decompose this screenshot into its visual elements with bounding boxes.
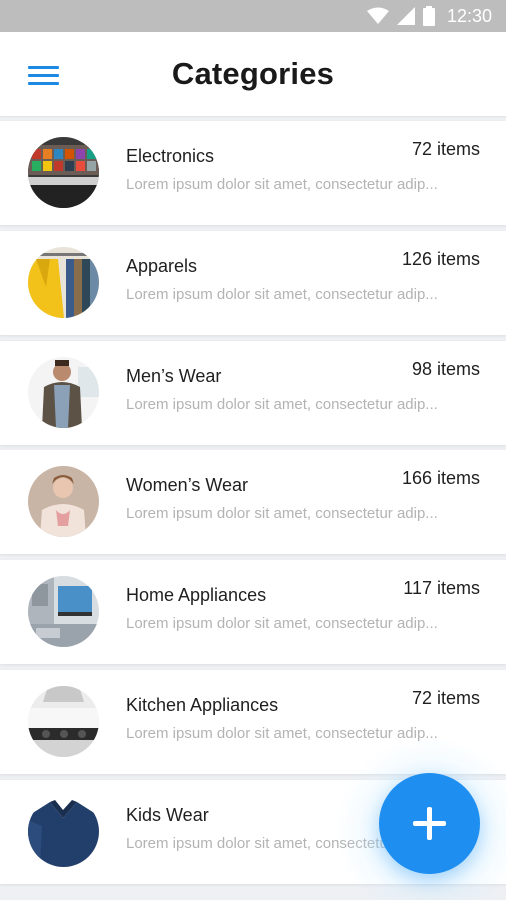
kids-sweater-image (28, 796, 99, 867)
signal-icon (396, 7, 415, 25)
category-name: Electronics (126, 146, 215, 166)
category-name: Men’s Wear (126, 366, 222, 386)
category-description: Lorem ipsum dolor sit amet, consectetur … (126, 286, 438, 303)
list-item-electronics[interactable]: Electronics 72 items Lorem ipsum dolor s… (0, 121, 506, 225)
category-description: Lorem ipsum dolor sit amet, consectetur … (126, 396, 438, 413)
category-description: Lorem ipsum dolor sit amet, consectetur … (126, 725, 438, 742)
page-title: Categories (171, 56, 335, 91)
man-portrait-image (28, 357, 99, 428)
item-count: 117 items (403, 578, 480, 598)
category-name: Home Appliances (126, 585, 267, 605)
kitchen-image (28, 686, 99, 757)
category-description: Lorem ipsum dolor sit amet, consectetur … (126, 615, 438, 632)
category-name: Kids Wear (126, 805, 209, 825)
list-item-kitchen-appliances[interactable]: Kitchen Appliances 72 items Lorem ipsum … (0, 670, 506, 774)
category-name: Women’s Wear (126, 475, 249, 495)
item-count: 126 items (401, 249, 480, 269)
item-count: 72 items (411, 139, 480, 159)
list-item-apparels[interactable]: Apparels 126 items Lorem ipsum dolor sit… (0, 231, 506, 335)
status-time: 12:30 (446, 5, 492, 26)
add-category-button[interactable] (379, 773, 480, 874)
item-count: 98 items (411, 359, 480, 379)
woman-portrait-image (28, 466, 99, 537)
electronics-store-image (28, 137, 99, 208)
category-name: Kitchen Appliances (126, 695, 279, 715)
wifi-icon (366, 7, 389, 24)
status-bar: 12:30 (0, 0, 506, 32)
clothes-rack-image (28, 247, 99, 318)
item-count: 72 items (411, 688, 480, 708)
category-description: Lorem ipsum dolor sit amet, consectetur … (126, 505, 438, 522)
battery-icon (422, 6, 435, 26)
app-bar: Categories (0, 32, 506, 116)
list-item-womens-wear[interactable]: Women’s Wear 166 items Lorem ipsum dolor… (0, 450, 506, 554)
item-count: 166 items (401, 468, 480, 488)
category-name: Apparels (126, 256, 198, 276)
category-description: Lorem ipsum dolor sit amet, consectetur … (126, 176, 438, 193)
home-appliances-image (28, 576, 99, 647)
list-item-home-appliances[interactable]: Home Appliances 117 items Lorem ipsum do… (0, 560, 506, 664)
list-item-mens-wear[interactable]: Men’s Wear 98 items Lorem ipsum dolor si… (0, 341, 506, 445)
